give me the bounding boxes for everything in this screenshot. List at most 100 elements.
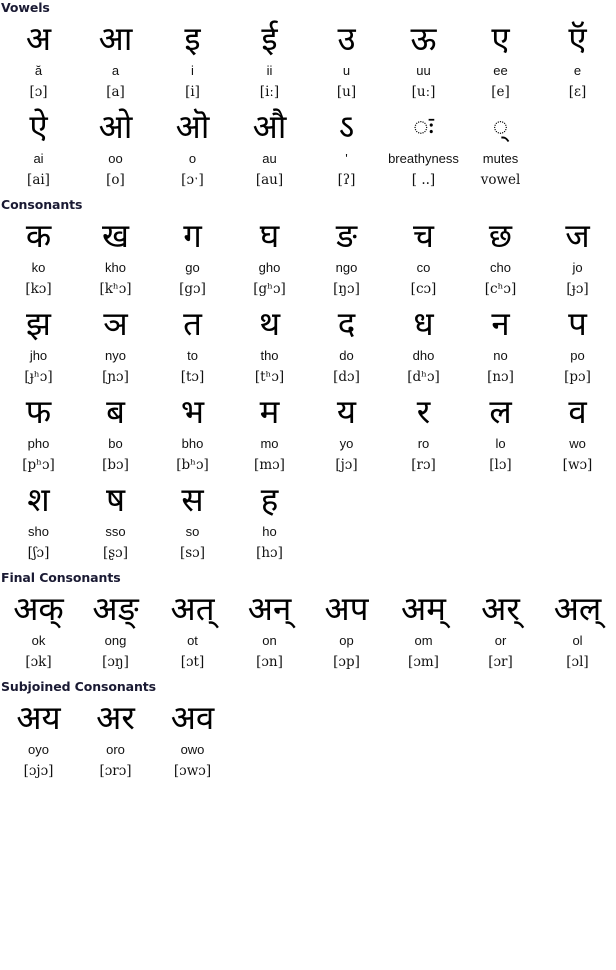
chart-cell: ऐ ai [ai]: [0, 105, 77, 193]
glyph: झ: [26, 304, 51, 343]
transliteration: co: [416, 260, 431, 275]
transliteration: [385, 740, 462, 759]
chart-cell: [462, 696, 539, 784]
ipa-transcription: [e]: [491, 84, 510, 100]
ipa-transcription: [gʰɔ]: [253, 281, 286, 297]
transliteration: a: [111, 63, 120, 78]
glyph: [539, 696, 616, 740]
chart-cell: श sho [ʃɔ]: [0, 478, 77, 566]
glyph: छ: [488, 216, 513, 255]
section-heading-final-consonants: Final Consonants: [1, 570, 121, 585]
transliteration: ko: [31, 260, 46, 275]
chart-cell: ह ho [hɔ]: [231, 478, 308, 566]
chart-cell: ओ oo [o]: [77, 105, 154, 193]
chart-cell: उ u [u]: [308, 17, 385, 105]
chart-cell: य yo [jɔ]: [308, 390, 385, 478]
chart-cell: ध dho [dʰɔ]: [385, 302, 462, 390]
transliteration: wo: [569, 436, 586, 451]
ipa-transcription: [pʰɔ]: [22, 457, 55, 473]
transliteration: to: [187, 348, 198, 363]
ipa-transcription: [539, 541, 616, 566]
ipa-transcription: [ɔ]: [29, 84, 48, 100]
transliteration: bho: [181, 436, 204, 451]
vowel-row-2: ऐ ai [ai] ओ oo [o] ऒ o [ɔˑ] औ au [au] ऽ: [0, 105, 616, 193]
chart-cell: अ ă [ɔ]: [0, 17, 77, 105]
ipa-transcription: [ʔ]: [337, 172, 356, 188]
ipa-transcription: [a]: [106, 84, 125, 100]
transliteration: no: [493, 348, 508, 363]
ipa-transcription: [ʂɔ]: [102, 545, 129, 561]
glyph: स: [181, 480, 204, 519]
ipa-transcription: [ɛ]: [568, 84, 587, 100]
chart-cell: क ko [kɔ]: [0, 214, 77, 302]
transliteration: oo: [108, 151, 123, 166]
ipa-transcription: [rɔ]: [411, 457, 436, 473]
chart-cell: अन् on [ɔn]: [231, 587, 308, 675]
transliteration: sho: [28, 524, 49, 539]
ipa-transcription: [ɔp]: [333, 654, 360, 670]
glyph: [539, 105, 616, 149]
ipa-transcription: [ɟʰɔ]: [24, 369, 53, 385]
ipa-transcription: [uː]: [411, 84, 436, 100]
glyph: [462, 696, 539, 740]
transliteration: ong: [104, 633, 127, 648]
ipa-transcription: [i]: [185, 84, 200, 100]
consonant-row-4: श sho [ʃɔ] ष sso [ʂɔ] स so [sɔ] ह ho [hɔ…: [0, 478, 616, 566]
consonant-row-3: फ pho [pʰɔ] ब bo [bɔ] भ bho [bʰɔ] म mo […: [0, 390, 616, 478]
ipa-transcription: [hɔ]: [256, 545, 283, 561]
script-chart-sheet: Vowels अ ă [ɔ] आ a [a] इ i [i] ई ii [iː]: [0, 0, 616, 784]
glyph: [231, 696, 308, 740]
chart-cell: [462, 478, 539, 566]
chart-cell: ऒ o [ɔˑ]: [154, 105, 231, 193]
ipa-transcription: [mɔ]: [254, 457, 285, 473]
transliteration: i: [191, 63, 194, 78]
glyph: क: [25, 216, 52, 255]
chart-cell: [539, 696, 616, 784]
ipa-transcription: [cʰɔ]: [484, 281, 517, 297]
transliteration: ă: [34, 63, 43, 78]
chart-cell: फ pho [pʰɔ]: [0, 390, 77, 478]
chart-cell: अम् om [ɔm]: [385, 587, 462, 675]
glyph: इ: [184, 19, 201, 58]
consonant-row-1: क ko [kɔ] ख kho [kʰɔ] ग go [gɔ] घ gho [g…: [0, 214, 616, 302]
transliteration: cho: [490, 260, 511, 275]
transliteration: breathyness: [388, 151, 459, 166]
glyph: ल: [489, 392, 512, 431]
transliteration: pho: [27, 436, 50, 451]
transliteration: oyo: [28, 742, 49, 757]
chart-cell: ङ ngo [ŋɔ]: [308, 214, 385, 302]
glyph: श: [27, 480, 50, 519]
ipa-transcription: [pɔ]: [564, 369, 591, 385]
ipa-transcription: [ɟɔ]: [566, 281, 589, 297]
glyph: त: [183, 304, 202, 343]
transliteration: [539, 740, 616, 759]
glyph: अन्: [247, 589, 292, 628]
glyph: ई: [261, 19, 278, 58]
transliteration: [231, 740, 308, 759]
glyph: घ: [259, 216, 280, 255]
transliteration: ok: [31, 633, 46, 648]
chart-cell: आ a [a]: [77, 17, 154, 105]
glyph: अर्: [481, 589, 520, 628]
section-heading-vowels: Vowels: [1, 0, 50, 15]
transliteration: mutes: [482, 151, 519, 166]
chart-cell: ब bo [bɔ]: [77, 390, 154, 478]
transliteration: sso: [105, 524, 126, 539]
chart-cell: ग go [gɔ]: [154, 214, 231, 302]
subjoined-consonant-row-1: अय oyo [ɔjɔ] अर oro [ɔrɔ] अव owo [ɔwɔ]: [0, 696, 616, 784]
transliteration: po: [570, 348, 585, 363]
transliteration: go: [185, 260, 200, 275]
transliteration: op: [339, 633, 354, 648]
glyph: ह: [260, 480, 279, 519]
glyph: अप: [324, 589, 369, 628]
chart-cell: घ gho [gʰɔ]: [231, 214, 308, 302]
chart-cell: द do [dɔ]: [308, 302, 385, 390]
ipa-transcription: vowel: [480, 172, 521, 188]
glyph: ऊ: [410, 19, 437, 58]
ipa-transcription: [539, 759, 616, 784]
transliteration: dho: [412, 348, 435, 363]
transliteration: lo: [495, 436, 506, 451]
glyph: य: [336, 392, 357, 431]
glyph: अम्: [401, 589, 446, 628]
section-vowels: Vowels अ ă [ɔ] आ a [a] इ i [i] ई ii [iː]: [0, 0, 616, 193]
